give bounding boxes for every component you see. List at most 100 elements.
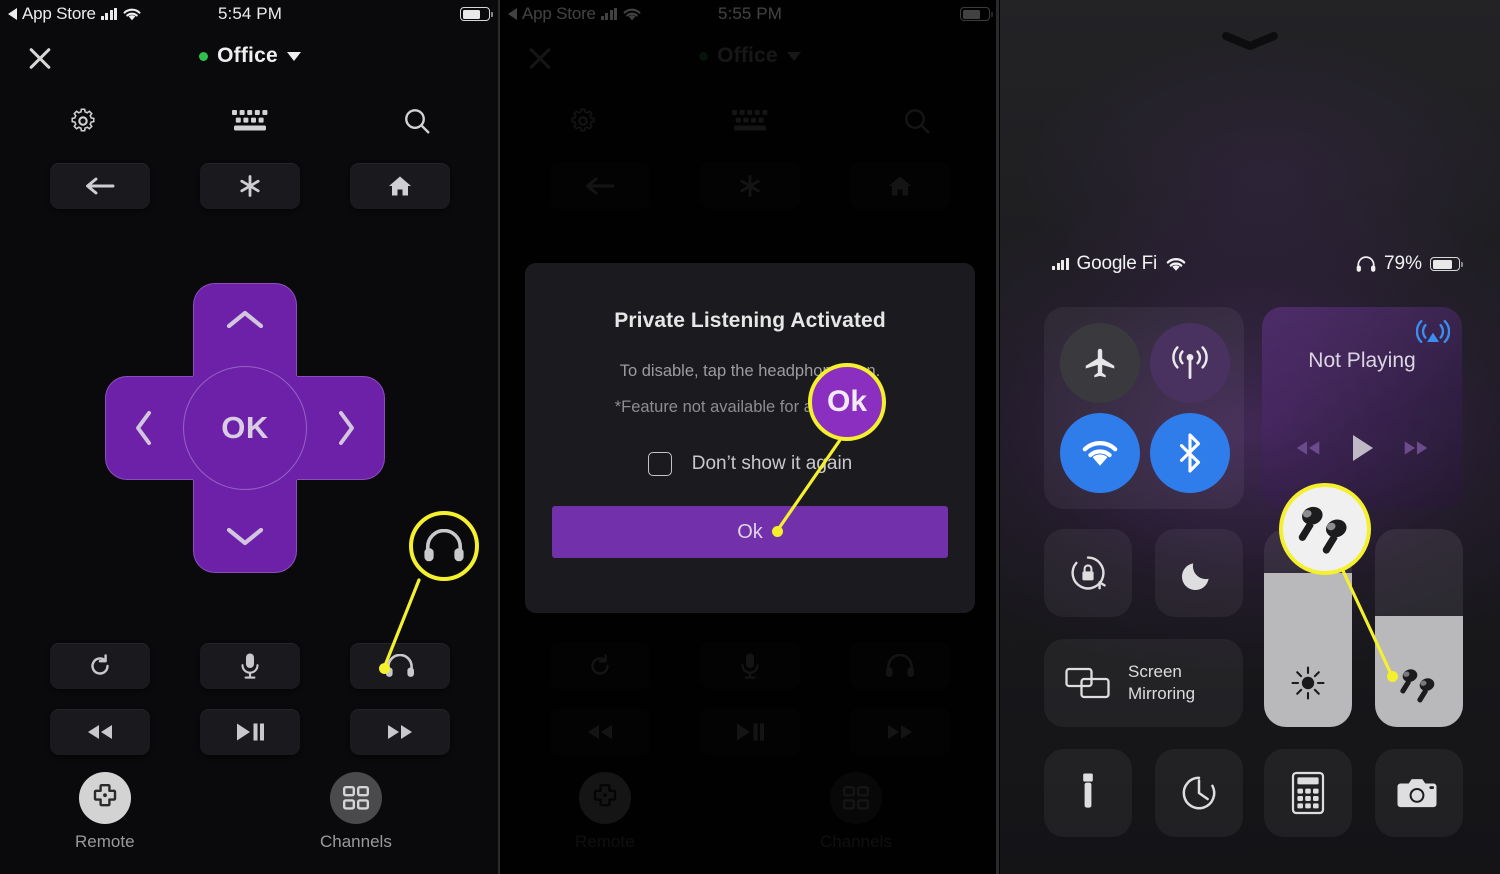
media-play-button[interactable] (1348, 432, 1376, 464)
home-button[interactable] (350, 163, 450, 209)
search-icon (404, 109, 430, 134)
home-icon (889, 176, 911, 196)
keyboard-icon (232, 110, 268, 131)
connected-dot-icon (199, 51, 209, 61)
dialog-ok-button[interactable]: Ok (552, 506, 948, 558)
tab-remote[interactable]: Remote (575, 772, 635, 852)
home-button[interactable] (850, 163, 950, 209)
timer-tile[interactable] (1155, 749, 1243, 837)
remote-play-button-row (50, 709, 450, 755)
screen-mirroring-label-line-2: Mirroring (1128, 684, 1196, 703)
fast-forward-button[interactable] (350, 709, 450, 755)
voice-button[interactable] (700, 643, 800, 689)
do-not-disturb-tile[interactable] (1155, 529, 1243, 617)
headphone-button[interactable] (850, 643, 950, 689)
settings-button[interactable] (500, 100, 667, 142)
screen-mirroring-tile[interactable]: Screen Mirroring (1044, 639, 1243, 727)
screen-mirroring-icon (1065, 667, 1110, 699)
media-transport-controls (1262, 432, 1462, 464)
search-button[interactable] (833, 100, 1000, 142)
voice-button[interactable] (200, 643, 300, 689)
remote-icon-row (0, 100, 500, 142)
tab-channels[interactable]: Channels (820, 772, 892, 852)
status-left: Google Fi (1052, 253, 1187, 275)
device-selector[interactable]: Office (500, 44, 1000, 68)
now-playing-title: Not Playing (1308, 349, 1416, 372)
dpad-icon (93, 784, 116, 807)
brightness-icon (1291, 666, 1325, 700)
cellular-data-toggle[interactable] (1150, 323, 1230, 403)
panel-divider-2 (996, 0, 999, 874)
airplay-button[interactable] (1416, 317, 1450, 351)
chevron-up-icon (226, 310, 264, 329)
remote-mid-button-row (550, 643, 950, 689)
play-pause-button[interactable] (700, 709, 800, 755)
wifi-toggle[interactable] (1060, 413, 1140, 493)
remote-play-button-row (550, 709, 950, 755)
search-button[interactable] (333, 100, 500, 142)
screen-mirroring-label-line-1: Screen (1128, 662, 1182, 682)
tab-channels[interactable]: Channels (320, 772, 392, 852)
tab-remote[interactable]: Remote (75, 772, 135, 852)
panel-roku-remote: App Store 5:54 PM Office OK Remote Chann… (0, 0, 500, 874)
arrow-left-icon (586, 177, 615, 195)
earbuds-icon (1298, 506, 1347, 554)
back-button[interactable] (50, 163, 150, 209)
rewind-icon (588, 725, 612, 739)
play-icon (1353, 435, 1373, 461)
device-selector[interactable]: Office (0, 44, 500, 68)
chevron-down-icon (786, 51, 801, 61)
replay-button[interactable] (550, 643, 650, 689)
calculator-tile[interactable] (1264, 749, 1352, 837)
dpad[interactable]: OK (105, 283, 385, 573)
battery-icon (1430, 257, 1463, 271)
screenshot-stage: App Store 5:54 PM Office OK Remote Chann… (0, 0, 1500, 874)
airplane-mode-toggle[interactable] (1060, 323, 1140, 403)
options-button[interactable] (700, 163, 800, 209)
battery-icon (960, 7, 993, 21)
tab-remote-label: Remote (75, 832, 135, 851)
headphone-icon (886, 654, 914, 677)
tab-remote-label: Remote (575, 832, 635, 851)
now-playing-card[interactable]: Not Playing (1262, 307, 1462, 509)
battery-percent: 79% (1383, 253, 1422, 274)
rotation-lock-tile[interactable] (1044, 529, 1132, 617)
flashlight-tile[interactable] (1044, 749, 1132, 837)
control-center-grabber[interactable] (1219, 30, 1281, 52)
replay-button[interactable] (50, 643, 150, 689)
dpad-left-button[interactable] (119, 376, 169, 480)
rewind-button[interactable] (50, 709, 150, 755)
connectivity-card (1044, 307, 1244, 509)
volume-slider[interactable] (1375, 529, 1463, 727)
media-forward-button[interactable] (1400, 438, 1432, 458)
camera-tile[interactable] (1375, 749, 1463, 837)
panel-control-center: Google Fi 79% Not Playing Screen Mirrori… (1000, 0, 1500, 874)
play-pause-button[interactable] (200, 709, 300, 755)
dpad-ok-button[interactable]: OK (183, 366, 307, 490)
battery-icon (460, 7, 493, 21)
bluetooth-toggle[interactable] (1150, 413, 1230, 493)
dont-show-again-checkbox[interactable] (647, 452, 672, 476)
dpad-down-button[interactable] (193, 513, 297, 559)
headphone-icon (424, 529, 464, 562)
status-right: 79% (1356, 253, 1463, 275)
back-button[interactable] (550, 163, 650, 209)
options-button[interactable] (200, 163, 300, 209)
chevron-down-icon (286, 51, 301, 61)
fast-forward-button[interactable] (850, 709, 950, 755)
brightness-slider-fill (1264, 572, 1352, 727)
dont-show-again-row[interactable]: Don’t show it again (647, 452, 852, 476)
dpad-icon-circle (578, 772, 631, 824)
arrow-left-icon (86, 177, 115, 195)
camera-icon (1397, 779, 1437, 808)
dpad-up-button[interactable] (193, 297, 297, 343)
flashlight-icon (1083, 773, 1093, 808)
keyboard-button[interactable] (667, 100, 834, 142)
headphone-button[interactable] (350, 643, 450, 689)
keyboard-button[interactable] (167, 100, 334, 142)
media-rewind-button[interactable] (1292, 438, 1324, 458)
settings-button[interactable] (0, 100, 167, 142)
rewind-button[interactable] (550, 709, 650, 755)
dpad-right-button[interactable] (321, 376, 371, 480)
dpad-ok-label: OK (221, 410, 269, 445)
